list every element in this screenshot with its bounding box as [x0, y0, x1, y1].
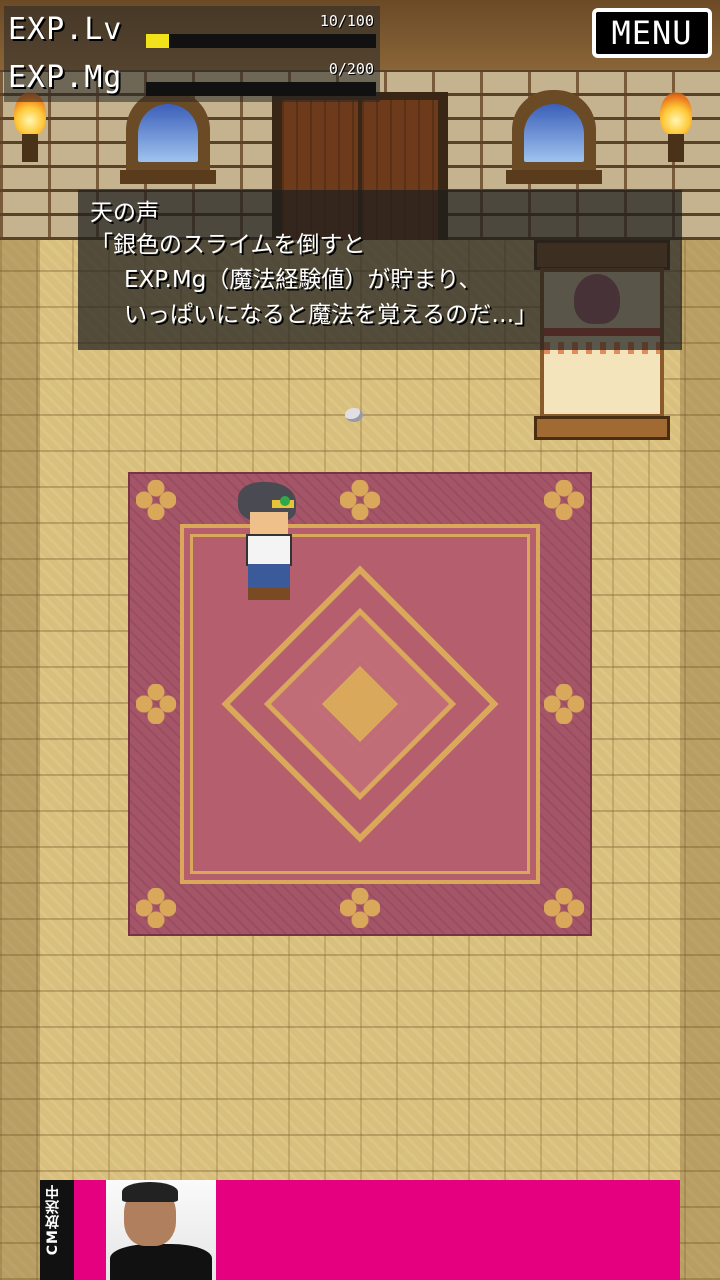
exp-lv-row: EXP.Lv 10/100 — [8, 8, 380, 52]
rug-flower-icon — [544, 684, 584, 724]
dialog-line-3: いっぱいになると魔法を覚えるのだ…」 — [124, 302, 538, 328]
hero-gem-icon — [280, 496, 290, 506]
dialog-line-2: EXP.Mg（魔法経験値）が貯まり、 — [124, 267, 482, 293]
exp-mg-value: 0/200 — [328, 60, 374, 78]
rug-flower-icon — [136, 480, 176, 520]
ad-side-strip: CM放送中 — [40, 1180, 74, 1280]
bed-footboard — [534, 416, 670, 440]
ad-person-hair — [122, 1182, 178, 1202]
hero-pants — [248, 564, 290, 590]
hero-face — [250, 512, 288, 536]
rug-flower-icon — [340, 480, 380, 520]
window-sill — [506, 170, 602, 184]
exp-lv-bar — [146, 34, 376, 48]
window-pane — [138, 104, 198, 162]
exp-lv-value: 10/100 — [319, 12, 374, 30]
exp-mg-label: EXP.Mg — [8, 60, 123, 95]
exp-lv-bar-fill — [146, 34, 169, 48]
player-character[interactable] — [236, 482, 300, 600]
hero-boots — [248, 588, 290, 600]
rug-flower-icon — [136, 888, 176, 928]
ad-person-body — [110, 1244, 212, 1280]
torch-holder — [22, 134, 38, 162]
window-pane — [524, 104, 584, 162]
floor-shadow-right — [680, 240, 720, 1280]
ad-person-photo — [106, 1180, 216, 1280]
flame-icon — [660, 92, 692, 136]
exp-mg-bar — [146, 82, 376, 96]
exp-mg-row: EXP.Mg 0/200 — [8, 56, 380, 100]
silver-item-icon[interactable] — [345, 408, 363, 422]
floor-shadow-left — [0, 240, 40, 1280]
dialog-line-1: 「銀色のスライムを倒すと — [90, 232, 366, 258]
dialog-speaker: 天の声 — [90, 200, 159, 226]
torch-right — [654, 92, 698, 162]
window-sill — [120, 170, 216, 184]
rug-flower-icon — [544, 888, 584, 928]
window-left — [120, 90, 216, 184]
rug-inner-field — [180, 524, 540, 884]
rug-flower-icon — [340, 888, 380, 928]
torch-left — [8, 92, 52, 162]
torch-holder — [668, 134, 684, 162]
rug-flower-icon — [544, 480, 584, 520]
ad-banner[interactable]: CM放送中 — [40, 1180, 680, 1280]
menu-button[interactable]: MENU — [592, 8, 712, 58]
window-right — [506, 90, 602, 184]
hero-shirt — [246, 534, 292, 566]
ad-tag: CM放送中 — [45, 1184, 61, 1256]
dialog-box[interactable]: 天の声 「銀色のスライムを倒すと EXP.Mg（魔法経験値）が貯まり、 いっぱい… — [78, 190, 682, 350]
ornate-rug — [128, 472, 592, 936]
game-screen[interactable]: EXP.Lv 10/100 EXP.Mg 0/200 MENU 天の声 「銀色の… — [0, 0, 720, 1280]
exp-hud: EXP.Lv 10/100 EXP.Mg 0/200 — [4, 6, 380, 102]
exp-lv-label: EXP.Lv — [8, 12, 123, 47]
rug-flower-icon — [136, 684, 176, 724]
